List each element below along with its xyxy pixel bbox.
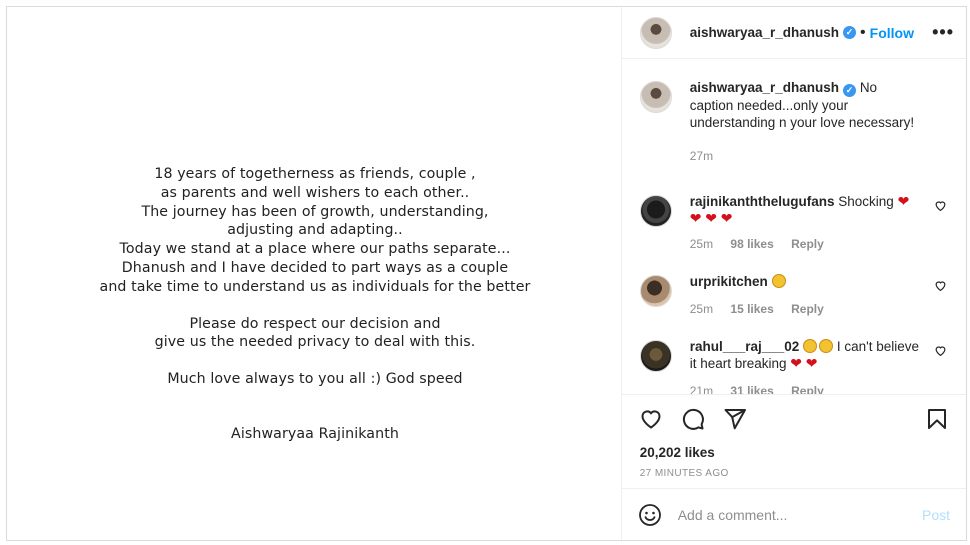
letter-line: Today we stand at a place where our path… [119,241,511,258]
red-heart-emoji: ❤ [897,193,910,209]
comment-time[interactable]: 25m [690,302,713,316]
verified-icon: ✓ [843,84,857,97]
comment-username[interactable]: rajinikanththelugufans [690,194,835,209]
letter-paragraph-1: 18 years of togetherness as friends, cou… [7,165,623,297]
avatar[interactable] [639,16,672,49]
post-button[interactable]: Post [922,507,950,523]
caption: aishwaryaa_r_dhanush ✓ No caption needed.… [639,79,948,163]
post-header: aishwaryaa_r_dhanush ✓ • Follow ••• [621,7,966,59]
avatar[interactable] [639,195,672,227]
comment-text: Shocking [838,194,894,209]
post-container: 18 years of togetherness as friends, cou… [6,6,967,541]
bookmark-icon[interactable] [924,406,950,432]
comment-item: urprikitchen 25m 15 likes Reply [639,273,948,316]
comment-username[interactable]: urprikitchen [690,274,768,289]
sad-face-emoji [771,274,786,288]
post-sidebar: aishwaryaa_r_dhanush ✓ • Follow ••• aish… [621,7,966,540]
heart-icon[interactable] [934,279,948,293]
like-icon[interactable] [638,406,664,432]
sad-face-emoji [803,339,818,353]
action-bar [621,394,966,442]
more-icon[interactable]: ••• [932,22,954,43]
letter-line: 18 years of togetherness as friends, cou… [154,166,476,182]
caption-username[interactable]: aishwaryaa_r_dhanush [690,80,839,95]
header-username[interactable]: aishwaryaa_r_dhanush [690,25,839,40]
letter-line: give us the needed privacy to deal with … [154,334,476,351]
comment-likes[interactable]: 31 likes [730,384,773,394]
heart-icon[interactable] [934,344,948,358]
avatar[interactable] [639,275,672,307]
comment-time[interactable]: 25m [690,237,713,251]
letter-line: Please do respect our decision and [189,315,441,332]
red-heart-emoji: ❤ [720,210,733,226]
comment-input[interactable] [677,506,922,523]
avatar[interactable] [639,340,672,372]
smiley-icon[interactable] [638,503,662,527]
comments-list[interactable]: aishwaryaa_r_dhanush ✓ No caption needed.… [622,59,966,394]
follow-button[interactable]: Follow [870,25,914,41]
reply-button[interactable]: Reply [791,237,824,251]
letter-signature: Aishwaryaa Rajinikanth [231,425,399,442]
verified-icon: ✓ [843,26,857,39]
post-image[interactable]: 18 years of togetherness as friends, cou… [7,7,622,540]
sad-face-emoji [819,339,834,353]
reply-button[interactable]: Reply [791,384,824,394]
letter-line: as parents and well wishers to each othe… [160,184,470,201]
comment-time[interactable]: 21m [690,384,713,394]
avatar[interactable] [639,81,672,113]
add-comment-bar: Post [621,488,966,540]
comment-username[interactable]: rahul___raj___02 [690,339,800,354]
comment-item: rajinikanththelugufans Shocking ❤ ❤ ❤ ❤ … [639,193,948,251]
letter-line: The journey has been of growth, understa… [141,203,489,220]
share-icon[interactable] [722,406,748,432]
reply-button[interactable]: Reply [791,302,824,316]
red-heart-emoji: ❤ [790,355,803,371]
letter-paragraph-3: Much love always to you all :) God speed [167,371,463,388]
caption-time[interactable]: 27m [690,149,713,163]
red-heart-emoji: ❤ [805,355,818,371]
red-heart-emoji: ❤ [689,210,702,226]
heart-icon[interactable] [934,199,948,213]
letter-line: adjusting and adapting.. [227,222,403,239]
comment-item: rahul___raj___02 I can't believe it hear… [639,338,948,394]
comment-likes[interactable]: 15 likes [730,302,773,316]
letter-line: and take time to understand us as indivi… [99,278,531,295]
comment-icon[interactable] [680,406,706,432]
comment-likes[interactable]: 98 likes [730,237,773,251]
letter-text: 18 years of togetherness as friends, cou… [7,165,623,444]
post-timestamp[interactable]: 27 MINUTES AGO [622,464,966,488]
letter-line: Dhanush and I have decided to part ways … [121,259,509,276]
likes-count[interactable]: 20,202 likes [622,442,966,464]
separator-dot: • [860,23,866,41]
letter-paragraph-2: Please do respect our decision and give … [7,315,623,353]
red-heart-emoji: ❤ [705,210,717,226]
